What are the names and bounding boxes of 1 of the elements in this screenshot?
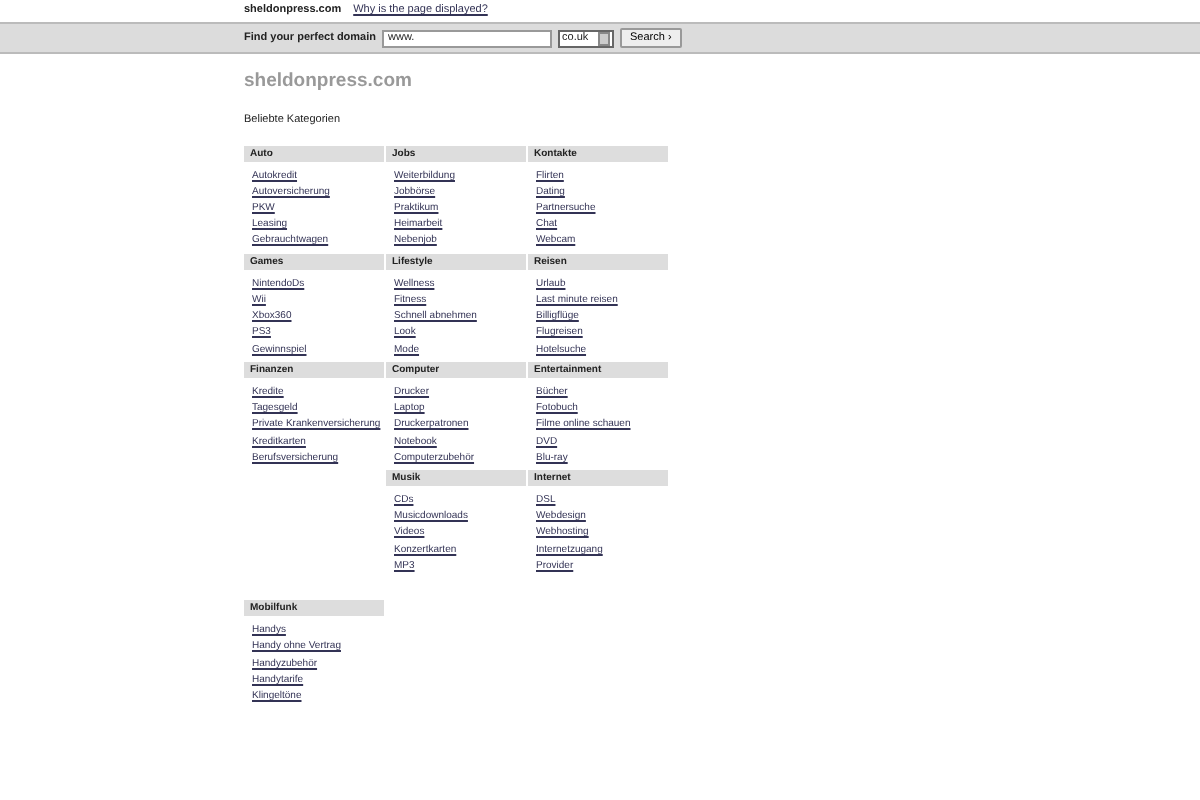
page-title: sheldonpress.com xyxy=(244,68,414,96)
